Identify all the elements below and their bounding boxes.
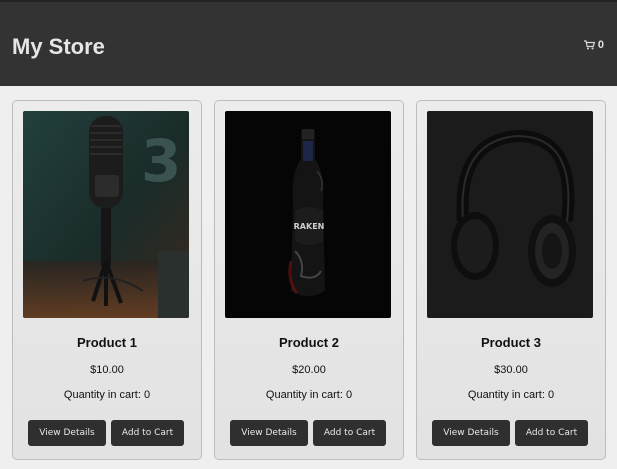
cart-button[interactable]: 0 — [583, 39, 604, 51]
add-to-cart-button[interactable]: Add to Cart — [111, 420, 184, 446]
top-bar: My Store 0 — [0, 0, 617, 86]
product-price: $30.00 — [494, 364, 528, 376]
cart-count: 0 — [597, 39, 604, 51]
store-title: My Store — [12, 34, 105, 59]
product-card: Product 3 $30.00 Quantity in cart: 0 Vie… — [416, 100, 606, 460]
product-name: Product 2 — [279, 335, 339, 350]
product-price: $10.00 — [90, 364, 124, 376]
shopping-cart-icon — [583, 40, 595, 50]
product-image-microphone[interactable]: 3 — [23, 111, 189, 318]
product-name: Product 1 — [77, 335, 137, 350]
svg-text:RAKEN: RAKEN — [294, 222, 325, 231]
product-image-headphones[interactable] — [427, 111, 593, 318]
product-quantity: Quantity in cart: 0 — [265, 389, 353, 401]
view-details-button[interactable]: View Details — [230, 420, 308, 446]
product-image-bottle[interactable]: RAKEN — [225, 111, 391, 318]
view-details-button[interactable]: View Details — [28, 420, 106, 446]
add-to-cart-button[interactable]: Add to Cart — [313, 420, 386, 446]
svg-text:3: 3 — [141, 127, 181, 195]
product-quantity: Quantity in cart: 0 — [63, 389, 151, 401]
add-to-cart-button[interactable]: Add to Cart — [515, 420, 588, 446]
product-card: RAKEN Product 2 $20.00 Quantity in cart:… — [214, 100, 404, 460]
product-price: $20.00 — [292, 364, 326, 376]
product-name: Product 3 — [481, 335, 541, 350]
product-card: 3 Product 1 $10.00 Quantity in cart: 0 V… — [12, 100, 202, 460]
product-quantity: Quantity in cart: 0 — [467, 389, 555, 401]
view-details-button[interactable]: View Details — [432, 420, 510, 446]
